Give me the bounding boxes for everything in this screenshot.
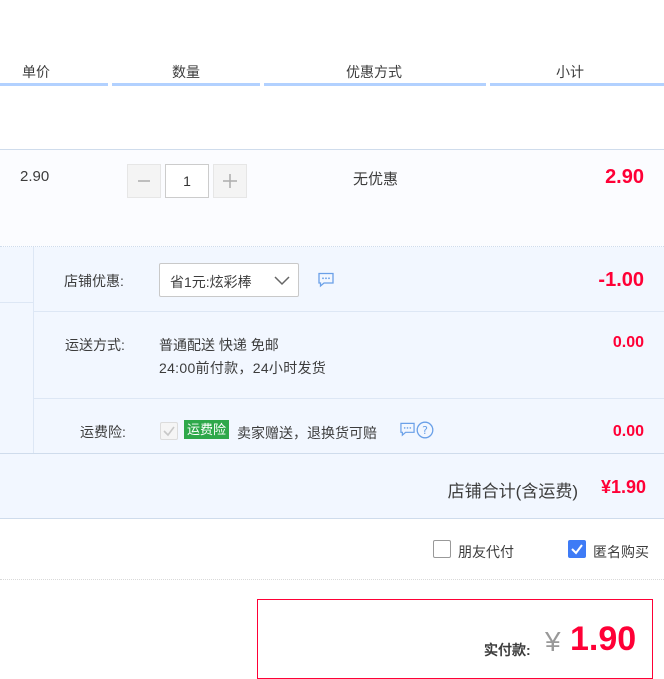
shop-total-bar: 店铺合计(含运费) ¥1.90: [0, 453, 664, 519]
anonymous-purchase-checkbox[interactable]: [568, 540, 586, 558]
shop-discount-value: 省1元:炫彩棒: [170, 274, 252, 290]
divider: [34, 398, 664, 399]
header-quantity: 数量: [172, 64, 200, 80]
shop-total-label: 店铺合计(含运费): [447, 482, 578, 501]
plus-icon: [223, 174, 237, 188]
chevron-down-icon: [274, 276, 290, 286]
insurance-label: 运费险:: [80, 424, 126, 440]
header-underline: [264, 83, 486, 86]
divider: [34, 311, 664, 312]
check-icon: [571, 544, 583, 555]
payment-label: 实付款:: [484, 642, 531, 658]
shop-discount-label: 店铺优惠:: [64, 273, 124, 289]
divider: [0, 579, 664, 580]
friend-pay-label[interactable]: 朋友代付: [458, 542, 514, 562]
insurance-tag: 运费险: [184, 420, 230, 439]
payment-amount: 1.90: [570, 620, 637, 658]
shipping-time: 24:00前付款，24小时发货: [159, 360, 327, 376]
header-underline: [112, 83, 260, 86]
header-underline: [0, 83, 108, 86]
quantity-input[interactable]: 1: [165, 164, 209, 198]
shop-discount-select[interactable]: 省1元:炫彩棒: [159, 263, 299, 297]
payment-summary-box: 实付款: ¥ 1.90: [257, 599, 653, 679]
friend-pay-checkbox[interactable]: [433, 540, 451, 558]
shipping-amount: 0.00: [612, 334, 644, 351]
svg-text:?: ?: [422, 424, 428, 437]
shipping-label: 运送方式:: [65, 337, 125, 353]
item-row: 2.90 1 无优惠 2.90: [0, 149, 664, 247]
anonymous-purchase-label[interactable]: 匿名购买: [593, 542, 649, 562]
item-price: 2.90: [20, 168, 50, 185]
message-icon[interactable]: [399, 422, 416, 437]
shop-total-amount: ¥1.90: [600, 477, 646, 497]
insurance-checkbox[interactable]: [160, 422, 178, 440]
minus-icon: [138, 180, 150, 182]
header-underline: [490, 83, 664, 86]
shop-discount-amount: -1.00: [598, 269, 644, 291]
help-icon[interactable]: ?: [416, 421, 434, 439]
decrease-quantity-button[interactable]: [127, 164, 161, 198]
header-subtotal: 小计: [556, 64, 584, 80]
message-icon[interactable]: [317, 272, 335, 288]
header-promo: 优惠方式: [346, 64, 402, 80]
increase-quantity-button[interactable]: [213, 164, 247, 198]
header-price: 单价: [22, 64, 50, 80]
panel-left-gutter: [0, 247, 34, 453]
item-promo: 无优惠: [353, 171, 399, 188]
table-header: 单价 数量 优惠方式 小计: [0, 0, 664, 86]
shipping-method: 普通配送 快递 免邮: [159, 337, 279, 353]
item-subtotal: 2.90: [605, 166, 644, 188]
insurance-description: 卖家赠送，退换货可赔: [237, 425, 377, 441]
insurance-amount: 0.00: [612, 423, 644, 440]
check-icon: [163, 426, 175, 437]
divider: [0, 302, 33, 303]
payment-currency: ¥: [545, 626, 561, 657]
